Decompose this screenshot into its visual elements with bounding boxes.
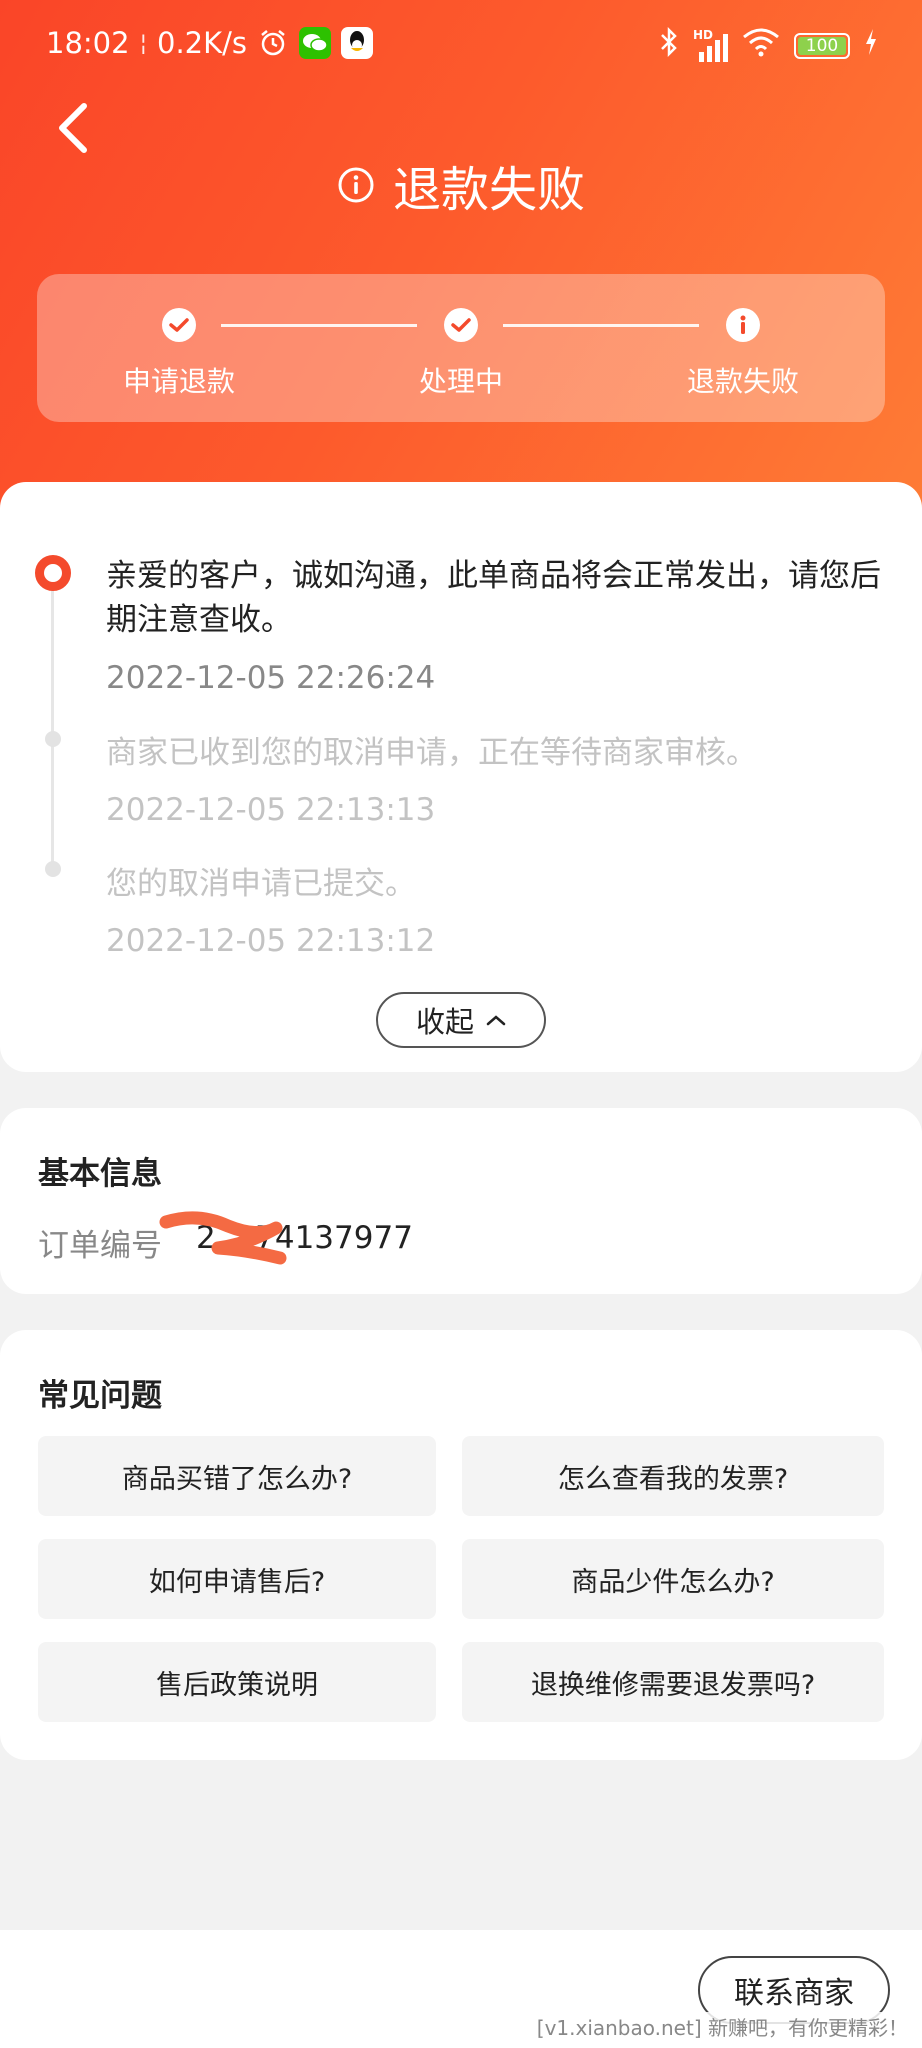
info-icon bbox=[338, 167, 374, 203]
status-time: 18:02 bbox=[46, 26, 130, 60]
status-right: HD 100 bbox=[659, 26, 878, 65]
alarm-icon bbox=[257, 27, 289, 59]
status-separator: ¦ bbox=[139, 30, 147, 56]
faq-title: 常见问题 bbox=[38, 1378, 162, 1414]
step-label: 申请退款 bbox=[122, 365, 235, 398]
basic-info-card bbox=[0, 1108, 922, 1294]
step-failed: 退款失败 bbox=[643, 308, 843, 400]
timeline-entry-text: 亲爱的客户，诚如沟通，此单商品将会正常发出，请您后期注意查收。 bbox=[106, 558, 881, 638]
basic-info-title: 基本信息 bbox=[38, 1156, 162, 1192]
timeline-line bbox=[51, 580, 54, 870]
faq-item[interactable]: 商品买错了怎么办? bbox=[38, 1436, 436, 1516]
chevron-left-icon bbox=[59, 103, 87, 153]
faq-item[interactable]: 售后政策说明 bbox=[38, 1642, 436, 1722]
redaction-scribble bbox=[159, 1211, 287, 1265]
timeline-dot bbox=[45, 731, 61, 747]
qq-icon bbox=[341, 27, 374, 59]
status-left: 18:02 ¦ 0.2K/s bbox=[46, 26, 374, 60]
check-icon bbox=[444, 308, 478, 342]
chevron-up-icon bbox=[486, 1015, 506, 1026]
page-title-text: 退款失败 bbox=[392, 162, 585, 218]
timeline-entry-time: 2022-12-05 22:13:13 bbox=[106, 792, 436, 828]
wifi-icon bbox=[742, 27, 780, 64]
timeline-entry-text: 商家已收到您的取消申请，正在等待商家审核。 bbox=[106, 735, 757, 771]
refund-progress: 申请退款 处理中 退款失败 bbox=[37, 274, 885, 422]
status-bar: 18:02 ¦ 0.2K/s HD 100 bbox=[0, 0, 922, 90]
step-label: 处理中 bbox=[418, 365, 503, 398]
cell-signal-icon: HD bbox=[693, 27, 728, 62]
net-speed: 0.2K/s bbox=[157, 26, 248, 60]
hd-label: HD bbox=[693, 27, 714, 42]
timeline-dot bbox=[45, 861, 61, 877]
battery-icon: 100 bbox=[794, 32, 850, 59]
wechat-icon bbox=[299, 27, 332, 59]
charging-icon bbox=[864, 28, 878, 63]
exclamation-icon bbox=[726, 308, 760, 342]
faq-item[interactable]: 如何申请售后? bbox=[38, 1539, 436, 1619]
step-apply: 申请退款 bbox=[79, 308, 279, 400]
back-button[interactable] bbox=[44, 100, 100, 156]
battery-level: 100 bbox=[805, 35, 839, 56]
step-processing: 处理中 bbox=[361, 308, 561, 400]
timeline-entry-text: 您的取消申请已提交。 bbox=[106, 866, 416, 902]
timeline-dot-active bbox=[35, 555, 71, 591]
bluetooth-icon bbox=[659, 26, 679, 65]
page-title: 退款失败 bbox=[0, 150, 922, 220]
check-icon bbox=[162, 308, 196, 342]
faq-item[interactable]: 怎么查看我的发票? bbox=[462, 1436, 884, 1516]
watermark-text: [v1.xianbao.net] 新赚吧，有你更精彩！ bbox=[536, 2012, 908, 2041]
faq-item[interactable]: 退换维修需要退发票吗? bbox=[462, 1642, 884, 1722]
timeline-entry-time: 2022-12-05 22:26:24 bbox=[106, 660, 436, 696]
collapse-label: 收起 bbox=[415, 1005, 474, 1039]
collapse-button[interactable]: 收起 bbox=[376, 992, 546, 1048]
faq-item[interactable]: 商品少件怎么办? bbox=[462, 1539, 884, 1619]
timeline-entry-time: 2022-12-05 22:13:12 bbox=[106, 923, 436, 959]
order-number-label: 订单编号 bbox=[38, 1228, 162, 1264]
step-label: 退款失败 bbox=[686, 365, 799, 398]
